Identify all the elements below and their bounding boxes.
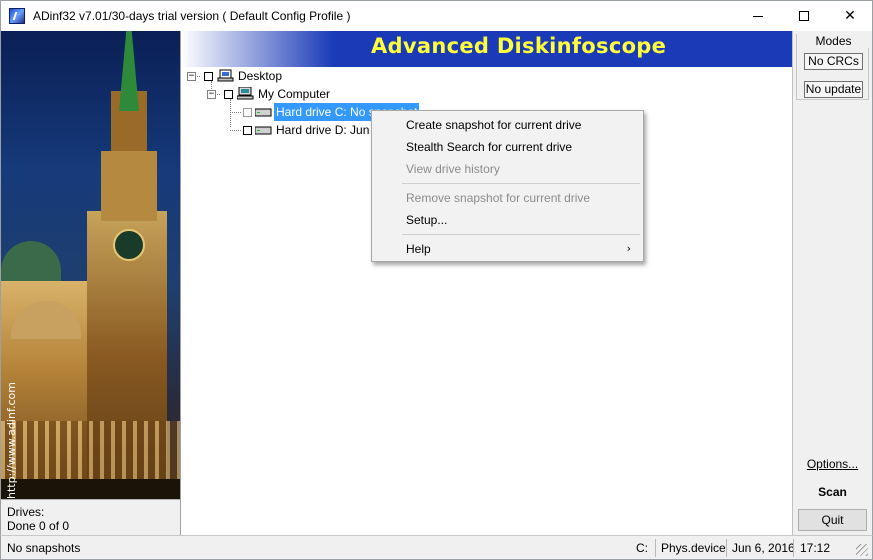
window-title: ADinf32 v7.01/30-days trial version ( De… [33,9,351,23]
app-icon[interactable] [9,8,25,24]
tree-item-my-computer[interactable]: − My Computer [181,85,381,103]
computer-icon [237,87,254,100]
menu-item-label: View drive history [406,162,500,176]
context-menu: Create snapshot for current drive Stealt… [371,110,644,262]
menu-item-label: Setup... [406,213,448,227]
menu-item-help[interactable]: Help › [372,238,643,260]
banner-title: Advanced Diskinfoscope [371,34,667,58]
menu-item-label: Help [406,242,431,256]
maximize-button[interactable] [781,1,827,31]
status-date: Jun 6, 2016 [732,541,795,555]
resize-grip-icon[interactable] [856,544,868,556]
tree-item-drive-d[interactable]: Hard drive D: Jun 6 [181,121,381,139]
menu-item-setup[interactable]: Setup... [372,209,643,231]
status-divider [726,539,727,557]
menu-item-create-snapshot[interactable]: Create snapshot for current drive [372,114,643,136]
tree-item-desktop[interactable]: − Desktop [181,67,341,85]
minimize-icon [753,15,763,17]
hard-drive-icon [255,108,272,117]
tree-label-drive-d: Hard drive D: Jun 6 [276,123,380,137]
banner: Advanced Diskinfoscope [181,31,793,67]
kremlin-picture: http://www.adinf.com [0,31,180,499]
picture-river [1,479,180,499]
vertical-url-text: http://www.adinf.com [5,382,18,499]
desktop-icon [217,69,234,82]
collapse-icon[interactable]: − [207,90,216,99]
drive-c-checkbox[interactable] [243,108,252,117]
menu-separator [402,183,640,184]
picture-spire [119,31,139,111]
drive-d-checkbox[interactable] [243,126,252,135]
picture-tower-mid [101,151,157,221]
status-divider [655,539,656,557]
scan-button[interactable]: Scan [793,485,872,499]
menu-item-label: Remove snapshot for current drive [406,191,591,205]
quit-button[interactable]: Quit [798,509,867,531]
right-panel: Modes No CRCs No update Options... Scan … [792,31,873,535]
status-drive: C: [636,541,648,555]
submenu-arrow-icon: › [626,242,631,255]
minimize-button[interactable] [735,1,781,31]
hard-drive-icon [255,126,272,135]
maximize-icon [799,11,809,21]
status-divider [793,539,794,557]
main-area: Advanced Diskinfoscope − Desktop − My Co… [180,31,793,535]
status-access-mode: Phys.device [661,541,726,555]
tree-label-my-computer: My Computer [258,87,331,101]
title-bar: ADinf32 v7.01/30-days trial version ( De… [0,0,873,31]
status-message: No snapshots [7,541,81,555]
close-icon: ✕ [844,8,856,24]
drives-count: Done 0 of 0 [7,519,70,533]
no-crcs-toggle[interactable]: No CRCs [804,53,863,70]
status-bar: No snapshots C: Phys.device Jun 6, 2016 … [0,535,873,560]
menu-item-stealth-search[interactable]: Stealth Search for current drive [372,136,643,158]
desktop-checkbox[interactable] [204,72,213,81]
menu-item-label: Stealth Search for current drive [406,140,573,154]
options-button[interactable]: Options... [793,457,872,471]
menu-separator [402,234,640,235]
no-update-toggle[interactable]: No update [804,81,863,98]
tree-label-desktop: Desktop [238,69,283,83]
close-button[interactable]: ✕ [827,1,873,31]
collapse-icon[interactable]: − [187,72,196,81]
status-time: 17:12 [800,541,831,555]
picture-clock [113,229,145,261]
modes-group: Modes No CRCs No update [796,34,870,100]
menu-item-label: Create snapshot for current drive [406,118,582,132]
drives-label: Drives: [7,505,45,519]
menu-item-remove-snapshot: Remove snapshot for current drive [372,187,643,209]
drives-status-box: Drives: Done 0 of 0 [0,499,180,535]
my-computer-checkbox[interactable] [224,90,233,99]
modes-title: Modes [797,34,870,48]
menu-item-view-history: View drive history [372,158,643,180]
